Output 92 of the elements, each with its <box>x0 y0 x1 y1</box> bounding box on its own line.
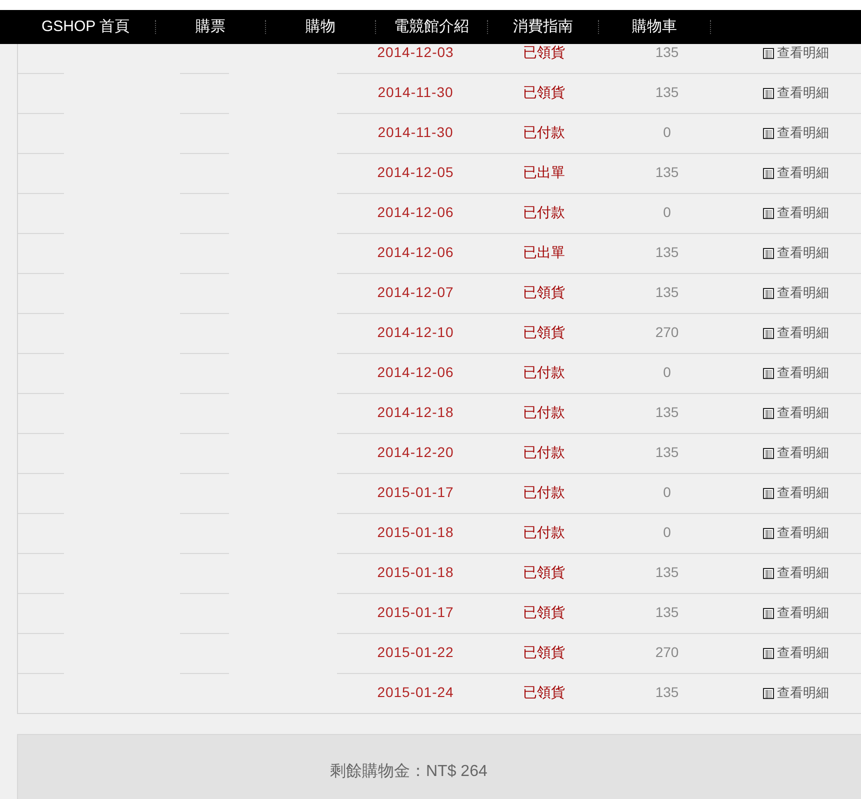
order-status: 已付款 <box>523 364 565 382</box>
order-status: 已領貨 <box>523 84 565 102</box>
view-details-link[interactable]: 查看明細 <box>763 524 829 542</box>
order-status: 已付款 <box>523 524 565 542</box>
table-icon <box>763 88 774 98</box>
order-amount: 135 <box>655 284 679 300</box>
table-icon <box>763 488 774 498</box>
order-date: 2015-01-17 <box>377 604 454 620</box>
order-date: 2014-12-18 <box>377 404 454 420</box>
order-date: 2015-01-24 <box>377 684 454 700</box>
order-amount: 135 <box>655 404 679 420</box>
view-details-link[interactable]: 查看明細 <box>763 84 829 102</box>
nav-link[interactable]: GSHOP 首頁 <box>16 20 156 34</box>
view-details-link[interactable]: 查看明細 <box>763 244 829 262</box>
nav-link[interactable]: 消費指南 <box>488 20 599 34</box>
order-status: 已領貨 <box>523 684 565 702</box>
order-amount: 135 <box>655 44 679 60</box>
table-icon <box>763 248 774 258</box>
order-date: 2014-12-05 <box>377 164 454 180</box>
view-details-link[interactable]: 查看明細 <box>763 364 829 382</box>
order-status: 已出單 <box>523 164 565 182</box>
nav-link[interactable]: 購物車 <box>599 20 711 34</box>
order-amount: 270 <box>655 644 679 660</box>
order-amount: 270 <box>655 324 679 340</box>
table-icon <box>763 128 774 138</box>
order-amount: 135 <box>655 164 679 180</box>
view-details-link[interactable]: 查看明細 <box>763 604 829 622</box>
order-date: 2014-12-07 <box>377 284 454 300</box>
order-status: 已領貨 <box>523 604 565 622</box>
order-status: 已付款 <box>523 404 565 422</box>
order-amount: 135 <box>655 684 679 700</box>
table-icon <box>763 208 774 218</box>
order-amount: 0 <box>663 124 671 140</box>
order-status: 已領貨 <box>523 324 565 342</box>
nav-link[interactable]: 購票 <box>156 20 266 34</box>
order-date: 2014-12-06 <box>377 244 454 260</box>
table-icon <box>763 288 774 298</box>
view-details-link[interactable]: 查看明細 <box>763 444 829 462</box>
order-amount: 135 <box>655 244 679 260</box>
table-icon <box>763 408 774 418</box>
order-status: 已領貨 <box>523 564 565 582</box>
table-icon <box>763 328 774 338</box>
order-status: 已領貨 <box>523 44 565 62</box>
order-date: 2014-12-20 <box>377 444 454 460</box>
table-icon <box>763 368 774 378</box>
order-date: 2014-12-10 <box>377 324 454 340</box>
order-date: 2014-12-06 <box>377 364 454 380</box>
order-amount: 135 <box>655 604 679 620</box>
nav-link[interactable]: 購物 <box>266 20 376 34</box>
order-date: 2014-11-30 <box>378 124 454 140</box>
nav-link[interactable]: 電競館介紹 <box>376 20 488 34</box>
table-icon <box>763 568 774 578</box>
order-status: 已領貨 <box>523 284 565 302</box>
order-date: 2015-01-18 <box>377 524 454 540</box>
order-amount: 135 <box>655 564 679 580</box>
order-date: 2014-12-03 <box>377 44 454 60</box>
table-icon <box>763 648 774 658</box>
table-icon <box>763 688 774 698</box>
order-status: 已付款 <box>523 444 565 462</box>
table-icon <box>763 48 774 58</box>
order-status: 已付款 <box>523 484 565 502</box>
order-amount: 0 <box>663 204 671 220</box>
table-icon <box>763 608 774 618</box>
view-details-link[interactable]: 查看明細 <box>763 564 829 582</box>
order-date: 2014-11-30 <box>378 84 454 100</box>
view-details-link[interactable]: 查看明細 <box>763 324 829 342</box>
order-date: 2015-01-22 <box>377 644 454 660</box>
view-details-link[interactable]: 查看明細 <box>763 164 829 182</box>
order-amount: 0 <box>663 524 671 540</box>
order-status: 已付款 <box>523 124 565 142</box>
order-amount: 0 <box>663 364 671 380</box>
table-icon <box>763 168 774 178</box>
view-details-link[interactable]: 查看明細 <box>763 644 829 662</box>
view-details-link[interactable]: 查看明細 <box>763 484 829 502</box>
view-details-link[interactable]: 查看明細 <box>763 204 829 222</box>
table-icon <box>763 448 774 458</box>
view-details-link[interactable]: 查看明細 <box>763 124 829 142</box>
order-status: 已付款 <box>523 204 565 222</box>
order-date: 2015-01-18 <box>377 564 454 580</box>
order-status: 已出單 <box>523 244 565 262</box>
order-date: 2015-01-17 <box>377 484 454 500</box>
remaining-balance: 剩餘購物金：NT$ 264 <box>330 763 488 780</box>
order-amount: 135 <box>655 84 679 100</box>
order-date: 2014-12-06 <box>377 204 454 220</box>
table-icon <box>763 528 774 538</box>
order-amount: 135 <box>655 444 679 460</box>
order-amount: 0 <box>663 484 671 500</box>
view-details-link[interactable]: 查看明細 <box>763 284 829 302</box>
view-details-link[interactable]: 查看明細 <box>763 404 829 422</box>
order-status: 已領貨 <box>523 644 565 662</box>
view-details-link[interactable]: 查看明細 <box>763 44 829 62</box>
view-details-link[interactable]: 查看明細 <box>763 684 829 702</box>
